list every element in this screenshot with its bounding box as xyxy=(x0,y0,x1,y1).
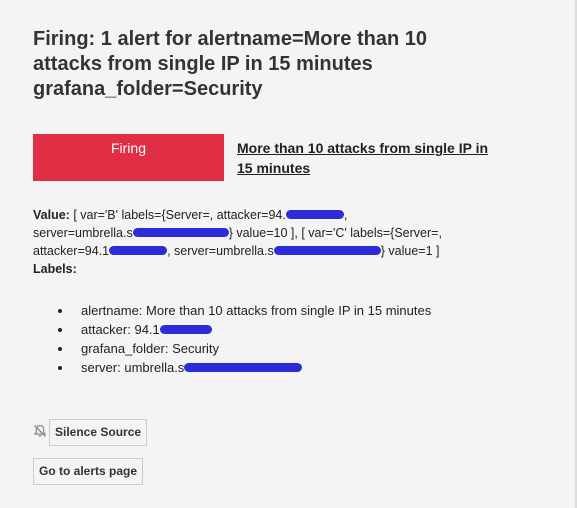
redaction-mark xyxy=(159,325,212,335)
alert-value-block: Value: [ var='B' labels={Server=, attack… xyxy=(33,206,558,278)
redaction-mark xyxy=(273,246,381,256)
value-line-2: server=umbrella.s } value=10 ], [ var='C'… xyxy=(33,224,558,242)
list-item: alertname: More than 10 attacks from sin… xyxy=(58,301,431,320)
label-alertname: alertname: More than 10 attacks from sin… xyxy=(81,303,432,318)
value-label: Value: xyxy=(33,208,70,222)
value-line-3-mid: , server=umbrella.s xyxy=(167,244,274,258)
title-line-2: attacks from single IP in 15 minutes xyxy=(33,53,373,75)
value-line-3-end: } value=1 ] xyxy=(380,244,440,258)
page-title: Firing: 1 alert for alertname=More than … xyxy=(33,27,553,102)
redaction-mark xyxy=(285,210,344,220)
firing-status-button[interactable]: Firing xyxy=(33,134,224,181)
alert-rule-link[interactable]: More than 10 attacks from single IP in 1… xyxy=(237,138,537,178)
value-line-2-start: server=umbrella.s xyxy=(33,226,133,240)
silence-source-button[interactable]: Silence Source xyxy=(49,419,148,446)
rule-link-line-1: More than 10 attacks from single IP in xyxy=(237,140,489,156)
list-item: server: umbrella.s xyxy=(58,358,431,377)
bell-slash-icon xyxy=(33,424,47,438)
list-item: attacker: 94.1 xyxy=(58,320,431,339)
label-server: server: umbrella.s xyxy=(81,360,185,375)
go-to-alerts-button[interactable]: Go to alerts page xyxy=(33,458,144,485)
value-line-1-text: [ var='B' labels={Server=, attacker=94. xyxy=(73,208,286,222)
redaction-mark xyxy=(109,246,168,256)
label-attacker: attacker: 94.1 xyxy=(81,322,160,337)
value-line-3-start: attacker=94.1 xyxy=(33,244,110,258)
redaction-mark xyxy=(132,228,229,238)
labels-heading: Labels: xyxy=(33,262,77,276)
value-line-1: Value: [ var='B' labels={Server=, attack… xyxy=(33,206,558,224)
label-folder: grafana_folder: Security xyxy=(81,341,220,356)
list-item: grafana_folder: Security xyxy=(58,339,431,358)
rule-link-line-2: 15 minutes xyxy=(237,160,311,176)
value-line-3: attacker=94.1 , server=umbrella.s } value=… xyxy=(33,242,558,260)
title-line-3: grafana_folder=Security xyxy=(33,78,263,100)
title-line-1: Firing: 1 alert for alertname=More than … xyxy=(33,28,427,50)
value-line-2-mid: } value=10 ], [ var='C' labels={Server=, xyxy=(228,226,442,240)
redaction-mark xyxy=(184,363,303,373)
value-line-1-end: , xyxy=(343,208,348,222)
labels-list: alertname: More than 10 attacks from sin… xyxy=(58,301,431,377)
